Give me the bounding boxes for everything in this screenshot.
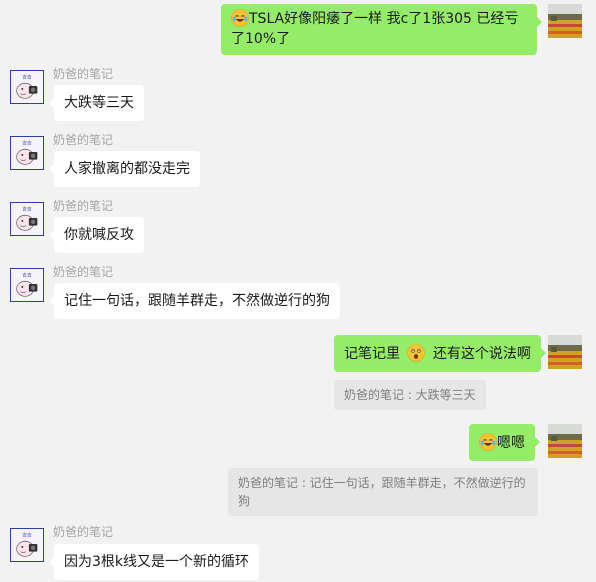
- cartoon-character-avatar-icon: 吉吉: [11, 203, 43, 235]
- outgoing-message-bubble[interactable]: 记笔记里 还有这个说法啊: [334, 335, 546, 372]
- incoming-message-bubble[interactable]: 你就喊反攻: [49, 217, 144, 253]
- sender-name: 奶爸的笔记: [53, 265, 114, 279]
- sender-name: 奶爸的笔记: [53, 525, 114, 539]
- message-text: 嗯嗯: [497, 435, 525, 451]
- incoming-message-bubble[interactable]: 大跌等三天: [49, 85, 144, 121]
- tulip-field-avatar-icon: [548, 4, 582, 38]
- sender-name: 奶爸的笔记: [53, 67, 114, 81]
- svg-text:吉吉: 吉吉: [22, 141, 32, 147]
- svg-text:吉吉: 吉吉: [22, 75, 32, 81]
- self-avatar[interactable]: [548, 4, 582, 38]
- svg-text:吉吉: 吉吉: [22, 533, 32, 539]
- tulip-field-avatar-icon: [548, 335, 582, 369]
- quoted-message[interactable]: 奶爸的笔记 : 大跌等三天: [334, 380, 486, 410]
- incoming-message-bubble[interactable]: 因为3根k线又是一个新的循环: [48, 544, 260, 580]
- cartoon-character-avatar-icon: 吉吉: [11, 529, 43, 561]
- self-avatar[interactable]: [548, 335, 582, 369]
- tulip-field-avatar-icon: [548, 424, 582, 458]
- svg-text:吉吉: 吉吉: [22, 273, 32, 279]
- contact-avatar[interactable]: 吉吉: [10, 70, 44, 104]
- incoming-message-bubble[interactable]: 人家撤离的都没走完: [49, 151, 200, 187]
- sender-name: 奶爸的笔记: [53, 199, 114, 213]
- laughing-tears-emoji-icon: [231, 9, 249, 27]
- sender-name: 奶爸的笔记: [53, 133, 114, 147]
- message-text: 因为3根k线又是一个新的循环: [64, 554, 250, 570]
- message-text-after: 还有这个说法啊: [432, 346, 531, 362]
- svg-text:吉吉: 吉吉: [22, 207, 32, 213]
- message-text: 人家撤离的都没走完: [64, 161, 190, 177]
- cartoon-character-avatar-icon: 吉吉: [11, 137, 43, 169]
- laughing-tears-emoji-icon: [479, 433, 497, 451]
- cartoon-character-avatar-icon: 吉吉: [11, 71, 43, 103]
- incoming-message-bubble[interactable]: 记住一句话，跟随羊群走，不然做逆行的狗: [49, 283, 340, 319]
- wow-emoji-icon: [407, 344, 426, 362]
- contact-avatar[interactable]: 吉吉: [10, 202, 44, 236]
- chat-scrollbar[interactable]: [592, 0, 596, 582]
- message-text: 大跌等三天: [64, 95, 134, 111]
- self-avatar[interactable]: [548, 424, 582, 458]
- contact-avatar[interactable]: 吉吉: [10, 528, 44, 562]
- contact-avatar[interactable]: 吉吉: [10, 136, 44, 170]
- message-text-before: 记笔记里: [344, 346, 400, 362]
- cartoon-character-avatar-icon: 吉吉: [11, 269, 43, 301]
- message-text: 记住一句话，跟随羊群走，不然做逆行的狗: [64, 293, 330, 309]
- quoted-message[interactable]: 奶爸的笔记 : 记住一句话，跟随羊群走，不然做逆行的狗: [228, 468, 538, 516]
- quote-text: 奶爸的笔记 : 记住一句话，跟随羊群走，不然做逆行的狗: [238, 476, 526, 508]
- message-text: TSLA好像阳痿了一样 我c了1张305 已经亏了10%了: [231, 11, 519, 47]
- quote-text: 奶爸的笔记 : 大跌等三天: [344, 388, 476, 402]
- message-text: 你就喊反攻: [64, 227, 134, 243]
- outgoing-message-bubble[interactable]: TSLA好像阳痿了一样 我c了1张305 已经亏了10%了: [221, 4, 542, 55]
- contact-avatar[interactable]: 吉吉: [10, 268, 44, 302]
- outgoing-message-bubble[interactable]: 嗯嗯: [469, 424, 540, 461]
